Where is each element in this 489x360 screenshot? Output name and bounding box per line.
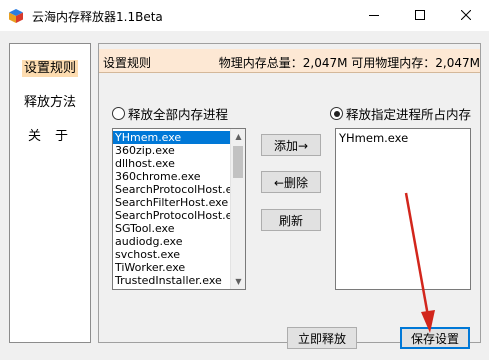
annotation-arrow bbox=[404, 192, 435, 333]
